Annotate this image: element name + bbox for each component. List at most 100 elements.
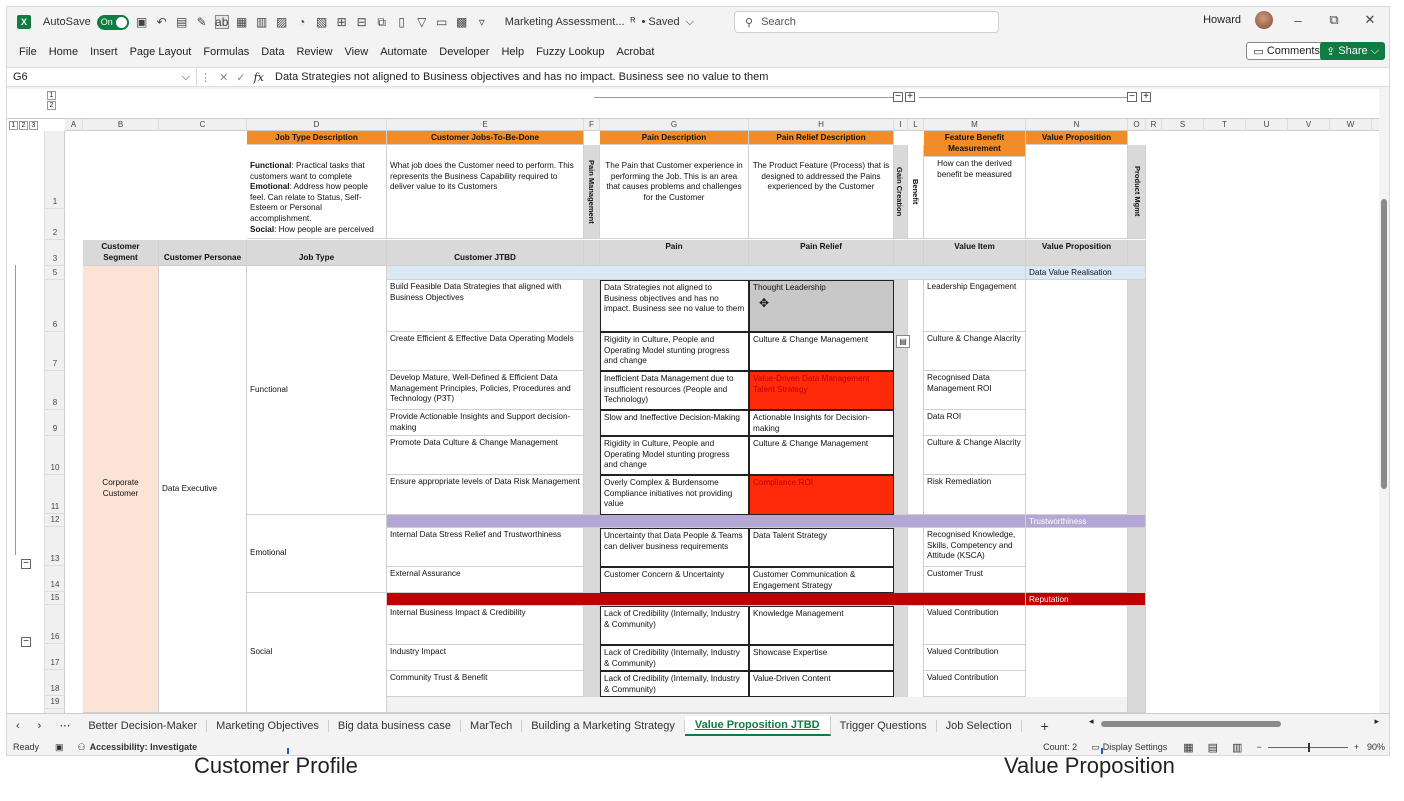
chevron-down-icon[interactable]: ⌵ xyxy=(182,71,190,84)
jtbd-cell[interactable]: Create Efficient & Effective Data Operat… xyxy=(387,332,584,371)
subheader-customer-segment[interactable]: Customer Segment xyxy=(83,240,159,266)
outline-row-level-2[interactable]: 2 xyxy=(19,121,28,130)
minimize-icon[interactable]: – xyxy=(1287,13,1309,28)
form-icon[interactable]: ▭ xyxy=(435,15,449,29)
value-cell[interactable]: Culture & Change Alacrity xyxy=(924,332,1026,371)
column-e[interactable]: E xyxy=(387,119,584,131)
comments-button[interactable]: ▭ Comments xyxy=(1246,42,1327,60)
row-11[interactable]: 11 xyxy=(45,475,65,514)
header-value-proposition[interactable]: Value Proposition xyxy=(1026,131,1128,145)
macro-record-icon[interactable]: ▣ xyxy=(55,742,64,753)
collapse-row-button[interactable]: − xyxy=(21,559,31,569)
row-12[interactable]: 12 xyxy=(45,514,65,527)
jtbd-cell[interactable]: External Assurance xyxy=(387,567,584,593)
menu-acrobat[interactable]: Acrobat xyxy=(617,46,655,58)
quick-analysis-icon[interactable]: ▤ xyxy=(896,335,910,348)
tab-nav-next-icon[interactable]: › xyxy=(29,720,51,732)
tab-more-icon[interactable]: ⋯ xyxy=(50,719,79,732)
subheader-pain-relief[interactable]: Pain Relief xyxy=(749,240,894,266)
job-type-description[interactable]: Functional: Practical tasks that custome… xyxy=(247,145,387,239)
search-input[interactable]: ⚲ Search xyxy=(734,11,999,33)
row-5[interactable]: 5 xyxy=(45,266,65,280)
benefit-label[interactable]: Benefit xyxy=(908,145,924,239)
menu-fuzzy-lookup[interactable]: Fuzzy Lookup xyxy=(536,46,604,58)
pain-cell[interactable]: Rigidity in Culture, People and Operatin… xyxy=(600,436,749,475)
macro-icon[interactable]: ▩ xyxy=(455,15,469,29)
display-settings-button[interactable]: Display Settings xyxy=(1103,742,1168,752)
customize-qat-icon[interactable]: ▿ xyxy=(475,15,489,29)
menu-formulas[interactable]: Formulas xyxy=(203,46,249,58)
job-type-social[interactable]: Social xyxy=(247,593,387,713)
value-group-data[interactable]: Data Value Realisation xyxy=(1026,266,1146,280)
value-group-trust[interactable]: Trustworthiness xyxy=(1026,515,1146,528)
horizontal-scrollbar[interactable]: ◂ ▸ xyxy=(1089,716,1379,729)
row-16[interactable]: 16 xyxy=(45,605,65,644)
collapse-row-button[interactable]: − xyxy=(21,637,31,647)
save-icon[interactable]: ▣ xyxy=(135,15,149,29)
header-jtbd[interactable]: Customer Jobs-To-Be-Done xyxy=(387,131,584,145)
menu-file[interactable]: File xyxy=(19,46,37,58)
gain-creation-label[interactable]: Gain Creation xyxy=(894,145,908,239)
subheader-customer-jtbd[interactable]: Customer JTBD xyxy=(387,240,584,266)
value-prop-cell[interactable] xyxy=(1026,280,1128,515)
outline-row-level-1[interactable]: 1 xyxy=(9,121,18,130)
tab-big-data-business-case[interactable]: Big data business case xyxy=(329,719,462,732)
row-8[interactable]: 8 xyxy=(45,371,65,410)
column-r[interactable]: R xyxy=(1146,119,1162,131)
zoom-level[interactable]: 90% xyxy=(1367,742,1385,752)
menu-help[interactable]: Help xyxy=(501,46,524,58)
row-19[interactable]: 19 xyxy=(45,696,65,709)
pain-cell-selected[interactable]: Data Strategies not aligned to Business … xyxy=(600,280,749,332)
relief-cell[interactable]: Thought Leadership ✥ xyxy=(749,280,894,332)
relief-cell-highlighted[interactable]: Compliance ROI xyxy=(749,475,894,515)
relief-cell[interactable]: Actionable Insights for Decision-making xyxy=(749,410,894,436)
row-2[interactable]: 2 xyxy=(45,209,65,240)
pain-cell[interactable]: Customer Concern & Uncertainty xyxy=(600,567,749,593)
zoom-out-icon[interactable]: − xyxy=(1256,742,1261,752)
product-mgmt-label[interactable]: Product Mgmt xyxy=(1128,145,1146,239)
menu-developer[interactable]: Developer xyxy=(439,46,489,58)
relief-cell[interactable]: Culture & Change Management xyxy=(749,332,894,371)
row-14[interactable]: 14 xyxy=(45,566,65,592)
value-cell[interactable]: Valued Contribution xyxy=(924,671,1026,697)
group-bar-reputation[interactable] xyxy=(387,593,1026,606)
jtbd-description[interactable]: What job does the Customer need to perfo… xyxy=(387,145,584,239)
column-t[interactable]: T xyxy=(1204,119,1246,131)
row-10[interactable]: 10 xyxy=(45,436,65,475)
column-b[interactable]: B xyxy=(83,119,159,131)
jtbd-cell[interactable]: Build Feasible Data Strategies that alig… xyxy=(387,280,584,332)
jtbd-cell[interactable]: Internal Business Impact & Credibility xyxy=(387,606,584,645)
benefit-description[interactable]: How can the derived benefit be measured xyxy=(924,157,1026,239)
outline-row-level-3[interactable]: 3 xyxy=(29,121,38,130)
relief-cell[interactable]: Customer Communication & Engagement Stra… xyxy=(749,567,894,593)
spelling-icon[interactable]: ab xyxy=(214,15,229,29)
column-u[interactable]: U xyxy=(1246,119,1288,131)
close-icon[interactable]: ✕ xyxy=(1359,12,1381,28)
value-group-reputation[interactable]: Reputation xyxy=(1026,593,1146,606)
jtbd-cell[interactable]: Develop Mature, Well-Defined & Efficient… xyxy=(387,371,584,410)
expand-button[interactable]: + xyxy=(905,92,915,102)
menu-view[interactable]: View xyxy=(345,46,369,58)
row-17[interactable]: 17 xyxy=(45,644,65,670)
value-cell[interactable]: Culture & Change Alacrity xyxy=(924,436,1026,475)
column-g[interactable]: G xyxy=(600,119,749,131)
column-o[interactable]: O xyxy=(1128,119,1146,131)
copy-icon[interactable]: ⧉ xyxy=(375,15,389,29)
undo-icon[interactable]: ↶ xyxy=(155,15,169,29)
pain-cell[interactable]: Lack of Credibility (Internally, Industr… xyxy=(600,606,749,645)
saved-status[interactable]: • Saved xyxy=(642,16,680,28)
menu-home[interactable]: Home xyxy=(49,46,78,58)
scroll-right-icon[interactable]: ▸ xyxy=(1374,716,1379,727)
pain-cell[interactable]: Overly Complex & Burdensome Compliance i… xyxy=(600,475,749,515)
value-cell[interactable]: Data ROI xyxy=(924,410,1026,436)
menu-review[interactable]: Review xyxy=(296,46,332,58)
page-layout-view-icon[interactable]: ▤ xyxy=(1208,741,1218,754)
menu-automate[interactable]: Automate xyxy=(380,46,427,58)
outline-level-1[interactable]: 1 xyxy=(47,91,56,100)
collapse-button[interactable]: − xyxy=(1127,92,1137,102)
header-feature-benefit[interactable]: Feature Benefit Measurement xyxy=(924,131,1026,157)
restore-icon[interactable]: ⧉ xyxy=(1323,12,1345,28)
collapse-button[interactable]: − xyxy=(893,92,903,102)
pain-cell[interactable]: Slow and Ineffective Decision-Making xyxy=(600,410,749,436)
relief-cell[interactable]: Showcase Expertise xyxy=(749,645,894,671)
